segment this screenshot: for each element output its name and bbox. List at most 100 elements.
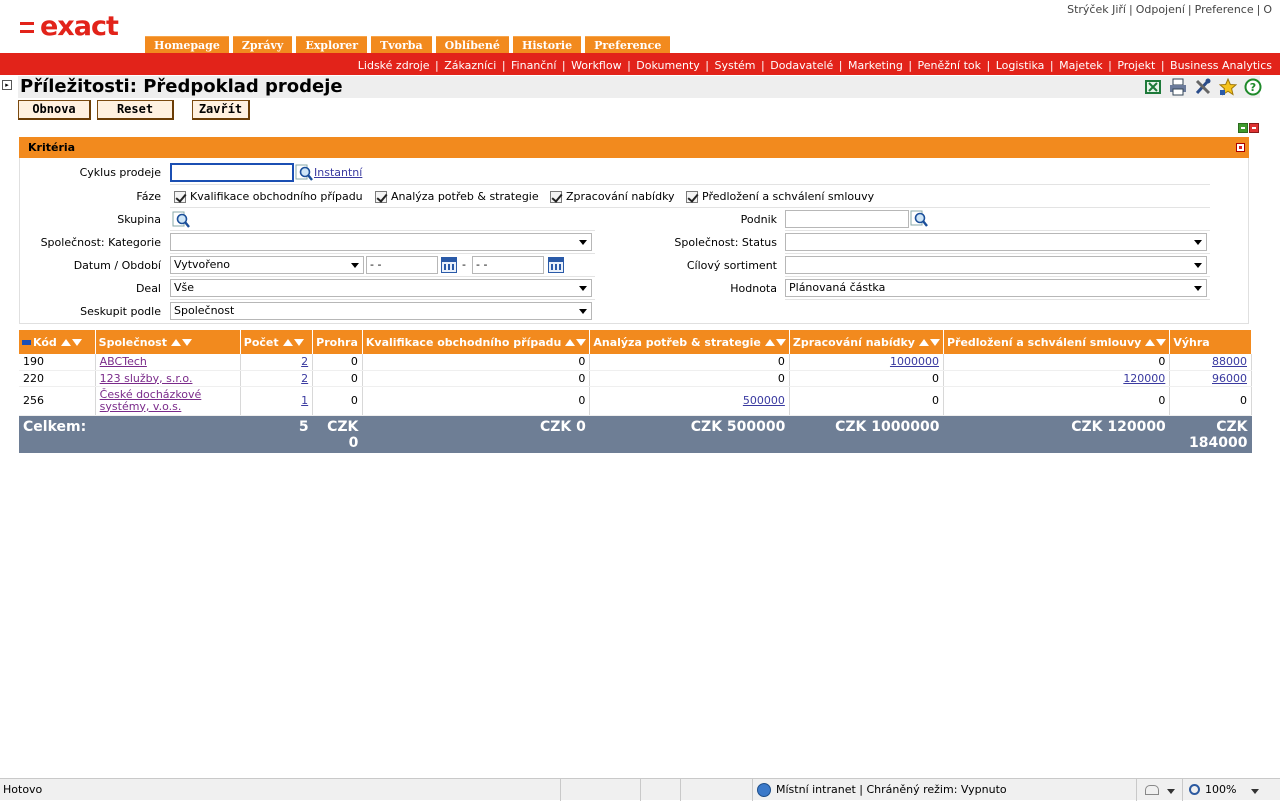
column-header-offer[interactable]: Zpracování nabídky [789, 330, 944, 354]
sales-cycle-input[interactable] [170, 163, 294, 182]
collapse-panel-toggle[interactable]: ▸ [2, 80, 12, 90]
criteria-header[interactable]: Kritéria [19, 137, 1249, 158]
company-input[interactable] [785, 210, 909, 228]
module-suppliers[interactable]: Dodavatelé [770, 59, 833, 72]
collapse-panel-icon[interactable] [1249, 123, 1259, 133]
exact-logo[interactable]: exact [20, 12, 119, 42]
count-link[interactable]: 1 [301, 394, 308, 407]
sort-icons[interactable] [170, 339, 192, 346]
module-logistics[interactable]: Logistika [996, 59, 1045, 72]
logout-link[interactable]: Odpojení [1136, 3, 1185, 16]
sort-asc-icon[interactable] [170, 339, 181, 346]
sort-desc-icon[interactable] [929, 339, 940, 346]
module-financial[interactable]: Finanční [511, 59, 556, 72]
tab-homepage[interactable]: Homepage [145, 36, 229, 53]
sort-asc-icon[interactable] [282, 339, 293, 346]
date-to-input[interactable]: - - [472, 256, 544, 274]
target-range-select[interactable] [785, 256, 1207, 274]
column-header-code[interactable]: Kód [19, 330, 96, 354]
sort-icons[interactable] [60, 339, 82, 346]
module-project[interactable]: Projekt [1117, 59, 1155, 72]
help-icon[interactable]: ? [1244, 78, 1262, 96]
preferences-link[interactable]: Preference [1195, 3, 1254, 16]
sort-asc-icon[interactable] [1145, 339, 1156, 346]
security-zone[interactable]: Místní intranet | Chráněný režim: Vypnut… [752, 779, 1132, 801]
refresh-button[interactable]: Obnova [18, 100, 91, 120]
value-select[interactable]: Plánovaná částka [785, 279, 1207, 297]
module-cashflow[interactable]: Peněžní tok [918, 59, 981, 72]
sort-desc-icon[interactable] [293, 339, 304, 346]
tab-explorer[interactable]: Explorer [296, 36, 368, 53]
close-button[interactable]: Zavřít [192, 100, 250, 120]
print-icon[interactable] [1169, 78, 1187, 96]
sort-desc-icon[interactable] [71, 339, 82, 346]
module-system[interactable]: Systém [714, 59, 755, 72]
won-amount-link[interactable]: 88000 [1212, 355, 1247, 368]
favorite-star-icon[interactable] [1219, 78, 1237, 96]
column-header-count[interactable]: Počet [240, 330, 314, 354]
tab-preferences[interactable]: Preference [585, 36, 671, 53]
about-link[interactable]: O [1263, 3, 1272, 16]
sort-icons[interactable] [282, 339, 304, 346]
search-icon[interactable] [295, 164, 313, 181]
company-link[interactable]: 123 služby, s.r.o. [100, 372, 193, 385]
sort-icons[interactable] [764, 339, 786, 346]
column-header-lost[interactable]: Prohra [312, 330, 363, 354]
sort-icons[interactable] [918, 339, 940, 346]
column-header-contract[interactable]: Předložení a schválení smlouvy [943, 330, 1171, 354]
excel-export-icon[interactable] [1144, 78, 1162, 96]
reset-button[interactable]: Reset [97, 100, 174, 120]
module-hr[interactable]: Lidské zdroje [358, 59, 430, 72]
sort-desc-icon[interactable] [775, 339, 786, 346]
company-link[interactable]: ABCTech [100, 355, 147, 368]
sort-desc-icon[interactable] [576, 339, 587, 346]
date-type-select[interactable]: Vytvořeno [170, 256, 364, 274]
company-link[interactable]: České docházkové systémy, v.o.s. [100, 388, 202, 413]
company-search-icon[interactable] [910, 210, 928, 227]
sort-asc-icon[interactable] [565, 339, 576, 346]
sort-asc-icon[interactable] [918, 339, 929, 346]
group-by-select[interactable]: Společnost [170, 302, 592, 320]
company-status-select[interactable] [785, 233, 1207, 251]
calendar-icon[interactable] [548, 257, 564, 273]
tab-favorites[interactable]: Oblíbené [435, 36, 509, 53]
column-header-analysis[interactable]: Analýza potřeb & strategie [589, 330, 790, 354]
count-link[interactable]: 2 [301, 355, 308, 368]
module-workflow[interactable]: Workflow [571, 59, 622, 72]
tab-messages[interactable]: Zprávy [232, 36, 293, 53]
column-header-won[interactable]: Výhra [1169, 330, 1252, 354]
offer-amount-link[interactable]: 1000000 [890, 355, 939, 368]
count-link[interactable]: 2 [301, 372, 308, 385]
sort-desc-icon[interactable] [1156, 339, 1167, 346]
phase-qualification-checkbox[interactable]: Kvalifikace obchodního případu [174, 190, 363, 203]
analysis-amount-link[interactable]: 500000 [743, 394, 785, 407]
date-from-input[interactable]: - - [366, 256, 438, 274]
sort-asc-icon[interactable] [60, 339, 71, 346]
module-customers[interactable]: Zákazníci [444, 59, 496, 72]
module-documents[interactable]: Dokumenty [636, 59, 699, 72]
settings-tools-icon[interactable] [1194, 78, 1212, 96]
sort-asc-icon[interactable] [764, 339, 775, 346]
user-name-link[interactable]: Strýček Jiří [1067, 3, 1126, 16]
calendar-icon[interactable] [441, 257, 457, 273]
sort-icons[interactable] [1145, 339, 1167, 346]
module-assets[interactable]: Majetek [1059, 59, 1103, 72]
column-header-qualification[interactable]: Kvalifikace obchodního případu [362, 330, 591, 354]
contract-amount-link[interactable]: 120000 [1123, 372, 1165, 385]
group-search-icon[interactable] [172, 211, 190, 228]
module-marketing[interactable]: Marketing [848, 59, 903, 72]
deal-select[interactable]: Vše [170, 279, 592, 297]
phase-analysis-checkbox[interactable]: Analýza potřeb & strategie [375, 190, 539, 203]
sort-icons[interactable] [565, 339, 587, 346]
tab-history[interactable]: Historie [512, 36, 582, 53]
phase-contract-checkbox[interactable]: Předložení a schválení smlouvy [686, 190, 874, 203]
company-category-select[interactable] [170, 233, 592, 251]
column-header-company[interactable]: Společnost [95, 330, 241, 354]
tab-create[interactable]: Tvorba [371, 36, 432, 53]
instant-link[interactable]: Instantní [314, 166, 362, 179]
protected-mode-control[interactable] [1136, 779, 1180, 801]
module-business-analytics[interactable]: Business Analytics [1170, 59, 1272, 72]
phase-offer-checkbox[interactable]: Zpracování nabídky [550, 190, 675, 203]
zoom-control[interactable]: 100% [1182, 779, 1280, 801]
criteria-toggle-icon[interactable] [1236, 143, 1245, 152]
